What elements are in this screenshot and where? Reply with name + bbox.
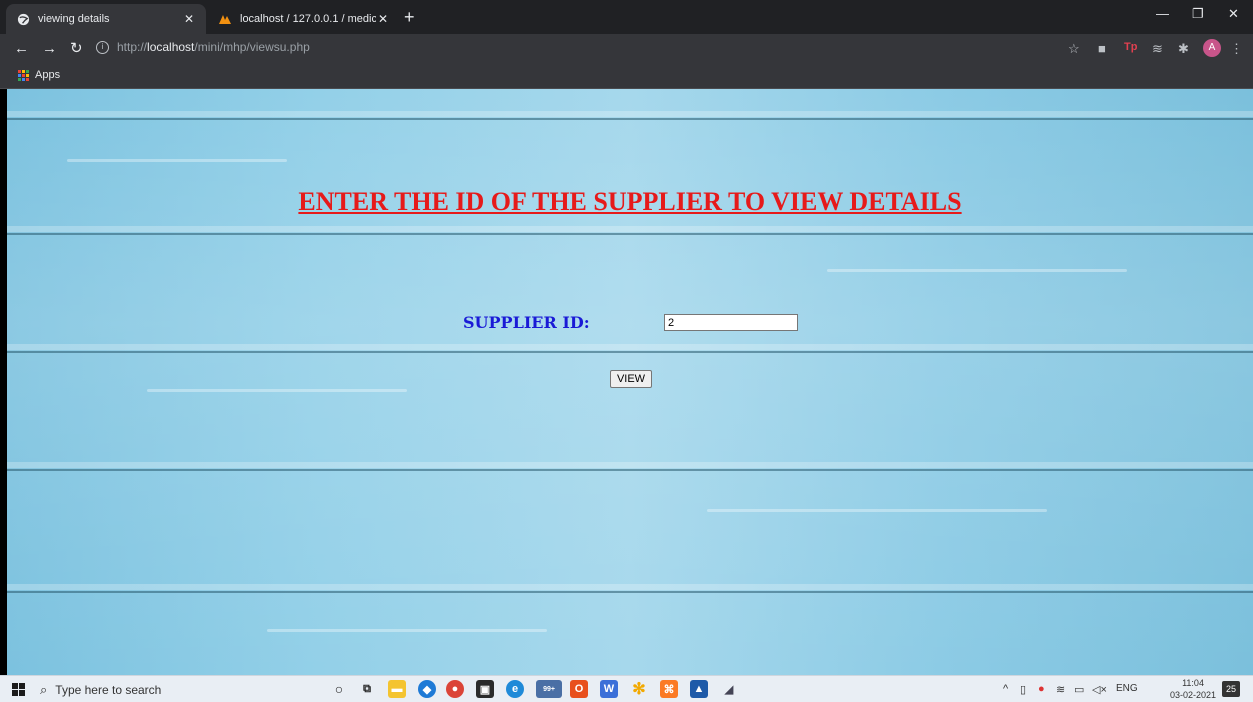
phpmyadmin-icon (218, 12, 232, 26)
page-title: ENTER THE ID OF THE SUPPLIER TO VIEW DET… (298, 187, 962, 216)
clock-time: 11:04 (1182, 678, 1204, 688)
edge-icon[interactable]: e (506, 680, 524, 698)
url-host: localhost (147, 40, 195, 54)
page-content: ENTER THE ID OF THE SUPPLIER TO VIEW DET… (7, 89, 1253, 675)
wood-streak (147, 389, 407, 392)
maximize-icon[interactable]: ❐ (1192, 6, 1204, 22)
window-close-icon[interactable]: ✕ (1228, 6, 1239, 22)
notification-count: 25 (1225, 684, 1236, 694)
wood-plank-line (7, 233, 1253, 235)
windows-start-icon[interactable] (12, 683, 25, 696)
volume-muted-icon[interactable]: ◁× (1092, 683, 1107, 696)
browser-app-icon[interactable]: ◆ (418, 680, 436, 698)
tab-bar: viewing details ✕ localhost / 127.0.0.1 … (0, 0, 1253, 34)
info-icon[interactable]: i (96, 40, 109, 54)
search-placeholder: Type here to search (55, 683, 162, 697)
tab-title: localhost / 127.0.0.1 / medical / (240, 13, 376, 25)
address-bar: ← → ↻ i http://localhost/mini/mhp/viewsu… (0, 34, 1253, 64)
new-tab-button[interactable]: + (404, 8, 415, 26)
tab-phpmyadmin[interactable]: localhost / 127.0.0.1 / medical / ✕ (208, 4, 400, 34)
url-path: /mini/mhp/viewsu.php (194, 40, 310, 54)
minimize-icon[interactable]: — (1156, 6, 1169, 21)
tray-app-icon[interactable]: ▯ (1020, 683, 1026, 696)
puzzle-extensions-icon[interactable]: ✱ (1178, 41, 1189, 57)
cortana-icon[interactable]: ○ (330, 680, 348, 698)
tab-title: viewing details (38, 13, 110, 25)
close-icon[interactable]: ✕ (376, 12, 390, 26)
wood-streak (707, 509, 1047, 512)
mail-badge: 99+ (543, 685, 555, 693)
extension-icon[interactable]: ■ (1098, 41, 1106, 56)
snowflake-app-icon[interactable]: ✻ (630, 680, 648, 698)
search-icon: ⌕ (40, 682, 48, 697)
bookmarks-bar: Apps (0, 64, 1253, 89)
bookmark-star-icon[interactable]: ☆ (1068, 41, 1080, 57)
show-hidden-icons-icon[interactable]: ^ (1003, 683, 1008, 695)
clock-date: 03-02-2021 (1170, 690, 1217, 700)
wood-highlight (7, 111, 1253, 117)
photos-icon[interactable]: ▲ (690, 680, 708, 698)
battery-icon[interactable]: ▭ (1074, 683, 1084, 696)
wood-highlight (7, 462, 1253, 468)
wood-highlight (7, 226, 1253, 232)
paint-icon[interactable]: ◢ (720, 680, 738, 698)
wood-plank-line (7, 591, 1253, 593)
view-button[interactable]: VIEW (610, 370, 652, 388)
wood-streak (67, 159, 287, 162)
wood-streak (267, 629, 547, 632)
task-view-icon[interactable]: ⧉ (358, 680, 376, 698)
apps-grid-icon (18, 69, 29, 81)
antivirus-icon[interactable]: ● (1038, 683, 1045, 695)
chrome-icon[interactable]: ● (446, 680, 464, 698)
windows-taskbar: ⌕ Type here to search ○ ⧉ ▬ ◆ ● ▣ e 99+ … (0, 675, 1253, 702)
forward-icon[interactable]: → (42, 40, 57, 58)
apps-label: Apps (35, 69, 61, 81)
url-prefix: http:// (117, 40, 148, 54)
back-icon[interactable]: ← (14, 40, 29, 58)
wood-streak (827, 269, 1127, 272)
office-icon[interactable]: O (570, 680, 588, 698)
wood-plank-line (7, 118, 1253, 120)
notification-center-icon[interactable]: 25 (1222, 681, 1240, 697)
globe-icon (16, 12, 30, 26)
mail-icon[interactable]: 99+ (536, 680, 562, 698)
reload-icon[interactable]: ↻ (70, 40, 83, 58)
wood-highlight (7, 584, 1253, 590)
tab-viewing-details[interactable]: viewing details ✕ (6, 4, 206, 34)
profile-avatar[interactable]: A (1203, 39, 1221, 57)
word-icon[interactable]: W (600, 680, 618, 698)
apps-shortcut[interactable]: Apps (18, 69, 60, 81)
wood-plank-line (7, 469, 1253, 471)
store-icon[interactable]: ▣ (476, 680, 494, 698)
supplier-id-input[interactable] (664, 314, 798, 331)
taskbar-search[interactable]: ⌕ Type here to search (40, 679, 270, 701)
url-field[interactable]: i http://localhost/mini/mhp/viewsu.php (96, 40, 310, 54)
wood-highlight (7, 344, 1253, 350)
close-icon[interactable]: ✕ (182, 12, 196, 26)
tp-extension-icon[interactable]: Tp (1124, 41, 1137, 53)
file-explorer-icon[interactable]: ▬ (388, 680, 406, 698)
supplier-id-label: SUPPLIER ID: (463, 313, 590, 332)
network-icon[interactable]: ≋ (1056, 683, 1065, 696)
clock[interactable]: 11:04 03-02-2021 (1170, 677, 1216, 701)
media-extension-icon[interactable]: ≋ (1152, 41, 1163, 57)
menu-dots-icon[interactable]: ⋮ (1230, 41, 1243, 57)
xampp-icon[interactable]: ⌘ (660, 680, 678, 698)
wood-plank-line (7, 351, 1253, 353)
language-indicator[interactable]: ENG (1116, 683, 1138, 694)
